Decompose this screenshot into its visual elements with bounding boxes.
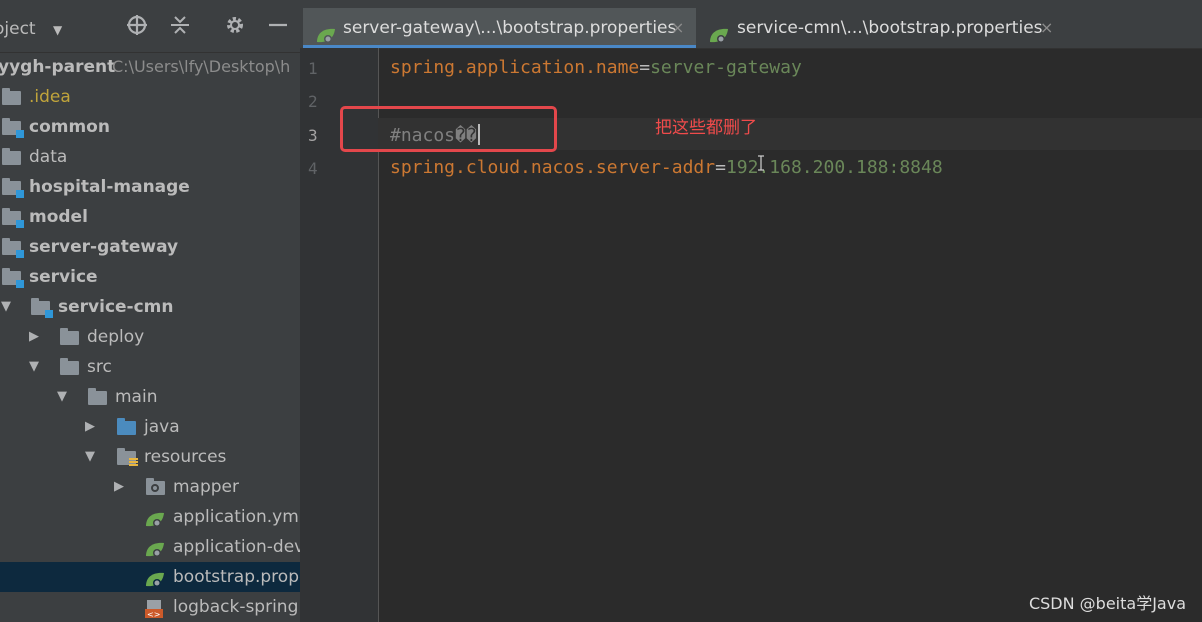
tree-item-hospital-manage[interactable]: hospital-manage	[0, 172, 300, 202]
tab-server-gateway-bootstrap[interactable]: server-gateway\...\bootstrap.properties …	[303, 8, 696, 48]
spring-leaf-icon	[144, 569, 166, 587]
collapsed-arrow-icon[interactable]: ▶	[29, 322, 39, 352]
tree-item-label: common	[29, 117, 110, 137]
chevron-down-icon[interactable]: ▼	[53, 23, 62, 37]
tree-item-label: hospital-manage	[29, 177, 190, 197]
expanded-arrow-icon[interactable]: ▼	[85, 442, 95, 472]
tree-item-label: bootstrap.properties	[173, 567, 300, 587]
collapsed-arrow-icon[interactable]: ▶	[114, 472, 124, 502]
line-number: 1	[308, 59, 318, 78]
tree-item-logback-spring[interactable]: <> logback-spring.	[0, 592, 300, 622]
expanded-arrow-icon[interactable]: ▼	[57, 382, 67, 412]
project-view-selector[interactable]: oject	[0, 19, 36, 39]
tree-item-java[interactable]: ▶ java	[0, 412, 300, 442]
property-separator: =	[715, 157, 726, 178]
tree-item-label: mapper	[173, 477, 240, 497]
tab-service-cmn-bootstrap[interactable]: service-cmn\...\bootstrap.properties ×	[700, 8, 1070, 48]
minimize-icon[interactable]	[265, 14, 291, 40]
tree-item-idea[interactable]: .idea	[0, 82, 300, 112]
tree-item-label: yygh-parent	[0, 57, 116, 77]
editor-tab-bar: server-gateway\...\bootstrap.properties …	[300, 0, 1202, 49]
close-tab-icon[interactable]: ×	[1040, 8, 1053, 48]
tab-label: server-gateway\...\bootstrap.properties	[343, 18, 677, 38]
target-icon[interactable]	[124, 14, 150, 40]
property-key: spring.cloud.nacos.server-addr	[390, 157, 716, 178]
project-tool-header: oject ▼	[0, 0, 300, 53]
tree-item-label: service-cmn	[58, 297, 174, 317]
property-key: spring.application.name	[390, 57, 640, 78]
folder-icon	[88, 388, 107, 405]
line-number: 3	[308, 126, 318, 145]
project-tool-window: oject ▼ yygh-parent C:\Users\lfy\Desktop…	[0, 0, 300, 622]
tree-item-service[interactable]: service	[0, 262, 300, 292]
annotation-highlight-box	[340, 106, 557, 152]
module-folder-icon	[2, 268, 24, 288]
watermark: CSDN @beita学Java	[1028, 594, 1186, 613]
tree-item-server-gateway[interactable]: server-gateway	[0, 232, 300, 262]
tab-label: service-cmn\...\bootstrap.properties	[737, 18, 1043, 38]
mouse-ibeam-icon	[757, 155, 765, 171]
spring-leaf-icon	[144, 509, 166, 527]
tree-item-main[interactable]: ▼ main	[0, 382, 300, 412]
collapsed-arrow-icon[interactable]: ▶	[85, 412, 95, 442]
tree-item-label: main	[115, 387, 158, 407]
tree-item-application-yml[interactable]: application.yml	[0, 502, 300, 532]
tree-item-data[interactable]: data	[0, 142, 300, 172]
spring-leaf-icon	[315, 20, 337, 43]
expanded-arrow-icon[interactable]: ▼	[1, 292, 11, 322]
folder-icon	[60, 328, 79, 345]
folder-icon	[2, 148, 21, 165]
tree-item-common[interactable]: common	[0, 112, 300, 142]
tree-item-service-cmn[interactable]: ▼ service-cmn	[0, 292, 300, 322]
tree-item-yygh-parent[interactable]: yygh-parent C:\Users\lfy\Desktop\h	[0, 52, 300, 82]
property-separator: =	[639, 57, 651, 78]
folder-icon	[60, 358, 79, 375]
tree-item-label: deploy	[87, 327, 145, 347]
close-tab-icon[interactable]: ×	[671, 8, 684, 48]
tree-item-label: .idea	[29, 87, 71, 107]
code-line-1[interactable]: spring.application.name=server-gateway	[390, 57, 802, 78]
module-folder-icon	[2, 118, 24, 138]
tree-item-application-dev[interactable]: application-dev	[0, 532, 300, 562]
tree-item-label: data	[29, 147, 68, 167]
gear-icon[interactable]	[222, 14, 248, 40]
package-folder-icon	[146, 478, 165, 495]
tree-item-path: C:\Users\lfy\Desktop\h	[112, 57, 291, 76]
collapse-all-icon[interactable]	[167, 14, 193, 40]
tree-item-label: application-dev	[173, 537, 300, 557]
spring-leaf-icon	[144, 539, 166, 557]
module-folder-icon	[31, 298, 53, 318]
tree-item-label: application.yml	[173, 507, 300, 527]
tree-item-bootstrap-properties[interactable]: bootstrap.properties	[0, 562, 300, 592]
tree-item-label: server-gateway	[29, 237, 179, 257]
tree-item-label: logback-spring.	[173, 597, 300, 617]
folder-icon	[2, 88, 21, 105]
annotation-note: 把这些都删了	[655, 118, 757, 138]
spring-leaf-icon	[708, 20, 730, 43]
tree-item-label: model	[29, 207, 88, 227]
expanded-arrow-icon[interactable]: ▼	[29, 352, 39, 382]
tree-item-label: src	[87, 357, 112, 377]
code-line-4[interactable]: spring.cloud.nacos.server-addr=192.168.2…	[390, 157, 943, 178]
editor-area: server-gateway\...\bootstrap.properties …	[300, 0, 1202, 622]
xml-file-icon: <>	[145, 599, 167, 619]
tree-item-mapper[interactable]: ▶ mapper	[0, 472, 300, 502]
line-number: 2	[308, 92, 318, 111]
module-folder-icon	[2, 238, 24, 258]
tree-item-label: resources	[144, 447, 227, 467]
module-folder-icon	[2, 208, 24, 228]
resources-folder-icon	[117, 448, 138, 466]
svg-text:<>: <>	[147, 610, 160, 619]
source-folder-icon	[117, 418, 136, 435]
property-value: server-gateway	[650, 57, 802, 78]
module-folder-icon	[2, 178, 24, 198]
tree-item-resources[interactable]: ▼ resources	[0, 442, 300, 472]
tree-item-label: java	[144, 417, 180, 437]
line-number: 4	[308, 159, 318, 178]
tree-item-label: service	[29, 267, 98, 287]
tree-item-model[interactable]: model	[0, 202, 300, 232]
tree-item-src[interactable]: ▼ src	[0, 352, 300, 382]
tree-item-deploy[interactable]: ▶ deploy	[0, 322, 300, 352]
